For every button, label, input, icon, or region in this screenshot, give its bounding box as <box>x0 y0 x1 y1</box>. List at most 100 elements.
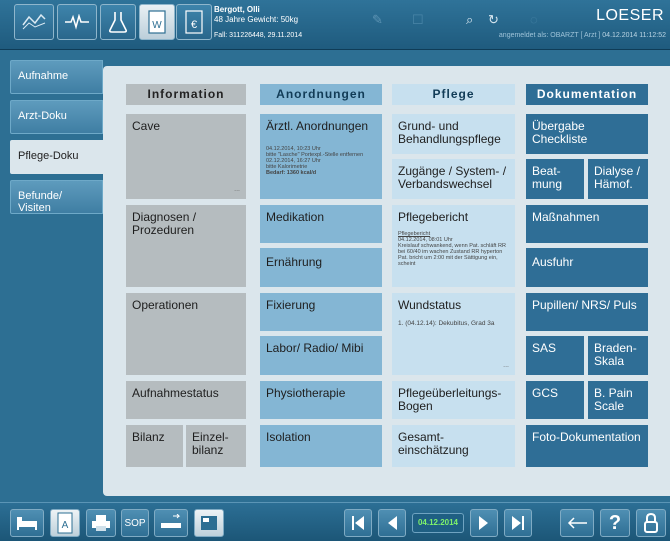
dialyse-label: Dialyse / Hämof. <box>594 164 641 191</box>
faint-icon: ◌ <box>530 12 538 27</box>
ausfuhr-label: Ausfuhr <box>532 255 574 269</box>
ueberleitung-label: Pflegeüberleitungs-Bogen <box>398 386 502 413</box>
sidebar-item-befunde-visiten[interactable]: Befunde/ Visiten <box>10 180 103 214</box>
sidebar-item-label: Aufnahme <box>18 70 69 82</box>
physio-label: Physiotherapie <box>266 386 346 400</box>
header-pflege: Pflege <box>392 84 515 105</box>
massnahmen-button[interactable]: Maßnahmen <box>526 205 648 243</box>
aufnahmestatus-label: Aufnahmestatus <box>132 386 219 400</box>
sidebar-item-label: Pflege-Doku <box>18 150 79 162</box>
isolation-button[interactable]: Isolation <box>260 425 382 467</box>
uebergabe-checkliste-button[interactable]: Übergabe Checkliste <box>526 114 648 154</box>
next-icon[interactable] <box>470 509 498 537</box>
printer-icon[interactable] <box>86 509 116 537</box>
einzelbilanz-button[interactable]: Einzel-bilanz <box>186 425 246 467</box>
gesamteinschaetzung-button[interactable]: Gesamt-einschätzung <box>392 425 515 467</box>
gcs-label: GCS <box>532 386 559 400</box>
uebergabe-label: Übergabe Checkliste <box>532 119 588 146</box>
aerztl-label: Ärztl. Anordnungen <box>266 119 369 133</box>
pupillen-button[interactable]: Pupillen/ NRS/ Puls <box>526 293 648 331</box>
note-line: Bedarf: 1360 kcal/d <box>266 170 317 176</box>
bpain-label: B. Pain Scale <box>594 386 633 413</box>
faint-icon: ☐ <box>412 12 424 27</box>
top-bar: W € Bergott, Olli 48 Jahre Gewicht: 50kg… <box>0 0 670 50</box>
cave-label: Cave <box>132 119 161 133</box>
prev-icon[interactable] <box>378 509 406 537</box>
dialyse-button[interactable]: Dialyse / Hämof. <box>588 159 648 199</box>
wund-note: 1. (04.12.14): Dekubitus, Grad 3a <box>398 320 495 327</box>
diagnosen-label: Diagnosen / Prozeduren <box>132 210 197 237</box>
pupillen-label: Pupillen/ NRS/ Puls <box>532 298 637 312</box>
sidebar-item-label: Befunde/ Visiten <box>18 190 63 214</box>
bilanz-label: Bilanz <box>132 430 165 444</box>
flask-icon[interactable] <box>100 4 136 40</box>
braden-skala-button[interactable]: Braden-Skala <box>588 336 648 375</box>
sidebar-item-pflege-doku[interactable]: Pflege-Doku <box>10 140 110 174</box>
svg-text:A: A <box>62 520 69 531</box>
massnahmen-label: Maßnahmen <box>532 210 600 224</box>
sidebar-item-label: Arzt-Doku <box>18 110 67 122</box>
euro-document-icon[interactable]: € <box>176 4 212 40</box>
login-date: 04.12.2014 11:12:52 <box>602 32 666 39</box>
labor-button[interactable]: Labor/ Radio/ Mibi <box>260 336 382 375</box>
wundstatus-button[interactable]: Wundstatus 1. (04.12.14): Dekubitus, Gra… <box>392 293 515 375</box>
sas-label: SAS <box>532 341 557 355</box>
foto-dokumentation-button[interactable]: Foto-Dokumentation <box>526 425 648 467</box>
first-page-icon[interactable] <box>344 509 372 537</box>
b-pain-scale-button[interactable]: B. Pain Scale <box>588 381 648 419</box>
einzelbilanz-label: Einzel-bilanz <box>192 430 229 457</box>
pen-icon[interactable]: ✎ <box>372 12 383 28</box>
sop-button[interactable]: SOP <box>121 509 149 537</box>
sop-label: SOP <box>124 517 146 529</box>
beatmung-button[interactable]: Beat-mung <box>526 159 584 199</box>
wundstatus-label: Wundstatus <box>398 298 462 312</box>
aufnahmestatus-button[interactable]: Aufnahmestatus <box>126 381 246 419</box>
bed-transfer-icon[interactable] <box>154 509 188 537</box>
last-page-icon[interactable] <box>504 509 532 537</box>
labor-label: Labor/ Radio/ Mibi <box>266 341 364 355</box>
medikation-button[interactable]: Medikation <box>260 205 382 243</box>
pflegebericht-button[interactable]: Pflegebericht Pflegebericht 04.12.2014, … <box>392 205 515 287</box>
foto-label: Foto-Dokumentation <box>532 430 641 444</box>
bilanz-button[interactable]: Bilanz <box>126 425 183 467</box>
diagnosen-button[interactable]: Diagnosen / Prozeduren <box>126 205 246 287</box>
cave-button[interactable]: Cave... <box>126 114 246 199</box>
aerztl-notes: 04.12.2014, 10:23 Uhr bitte "Lasche" Por… <box>266 146 378 176</box>
sidebar-item-aufnahme[interactable]: Aufnahme <box>10 60 103 94</box>
case-info: Fall: 311226448, 29.11.2014 <box>214 32 303 39</box>
ecg-icon[interactable] <box>57 4 97 40</box>
more-icon: ... <box>234 186 240 193</box>
grundpflege-button[interactable]: Grund- und Behandlungspflege <box>392 114 515 154</box>
ueberleitungsbogen-button[interactable]: Pflegeüberleitungs-Bogen <box>392 381 515 419</box>
physiotherapie-button[interactable]: Physiotherapie <box>260 381 382 419</box>
aerztl-anordnungen-button[interactable]: Ärztl. Anordnungen 04.12.2014, 10:23 Uhr… <box>260 114 382 199</box>
back-arrow-icon[interactable] <box>560 509 594 537</box>
ernaehrung-button[interactable]: Ernährung <box>260 248 382 287</box>
fixierung-button[interactable]: Fixierung <box>260 293 382 331</box>
gcs-button[interactable]: GCS <box>526 381 584 419</box>
more-icon: ... <box>503 362 509 369</box>
medikation-label: Medikation <box>266 210 325 224</box>
operationen-button[interactable]: Operationen <box>126 293 246 375</box>
zugaenge-button[interactable]: Zugänge / System- / Verbandswechsel <box>392 159 515 199</box>
sas-button[interactable]: SAS <box>526 336 584 375</box>
header-anordnungen: Anordnungen <box>260 84 382 105</box>
help-icon[interactable]: ? <box>600 509 630 537</box>
w-document-icon[interactable]: W <box>139 4 175 40</box>
beatmung-label: Beat-mung <box>532 164 563 191</box>
monitor-icon[interactable] <box>194 509 224 537</box>
bericht-label: Pflegebericht <box>398 210 469 224</box>
refresh-icon[interactable]: ↻ <box>488 12 499 28</box>
binoculars-icon[interactable]: ⌕ <box>466 12 473 28</box>
current-date[interactable]: 04.12.2014 <box>412 513 464 533</box>
bed-icon[interactable] <box>10 509 44 537</box>
lock-icon[interactable] <box>636 509 666 537</box>
help-label: ? <box>608 511 622 534</box>
login-info: angemeldet als: OBARZT [ Arzt ] 04.12.20… <box>499 32 666 39</box>
chart-icon[interactable] <box>14 4 54 40</box>
header-information: Information <box>126 84 246 105</box>
operationen-label: Operationen <box>132 298 199 312</box>
sidebar-item-arzt-doku[interactable]: Arzt-Doku <box>10 100 103 134</box>
ausfuhr-button[interactable]: Ausfuhr <box>526 248 648 287</box>
document-a-icon[interactable]: A <box>50 509 80 537</box>
